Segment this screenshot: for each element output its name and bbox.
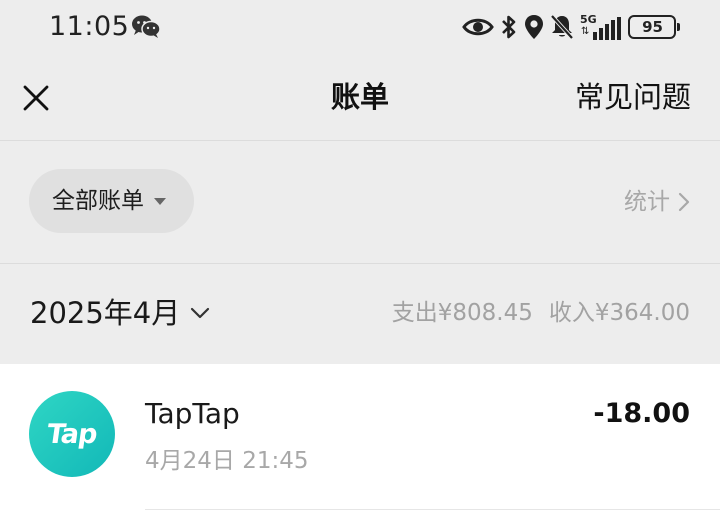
bill-filter-label: 全部账单 — [52, 188, 144, 214]
transaction-list: Tap TapTap 4月24日 21:45 -18.00 — [0, 364, 720, 517]
faq-button[interactable]: 常见问题 — [575, 78, 691, 116]
statistics-link[interactable]: 统计 — [624, 187, 690, 217]
month-picker[interactable]: 2025年4月 — [30, 294, 210, 332]
status-time: 11:05 — [49, 11, 130, 42]
battery-icon: 95 — [628, 15, 680, 39]
status-icons: 5G ⇅ 95 — [462, 13, 680, 41]
chevron-right-icon — [678, 192, 690, 212]
transaction-name: TapTap — [145, 397, 240, 430]
list-separator — [145, 509, 720, 510]
signal-icon: 5G ⇅ — [580, 14, 622, 40]
bell-muted-icon — [550, 14, 574, 40]
bill-filter-dropdown[interactable]: 全部账单 — [29, 169, 194, 233]
status-bar: 11:05 5G ⇅ 95 — [0, 0, 720, 56]
caret-down-icon — [154, 197, 166, 205]
wechat-icon — [132, 15, 161, 38]
app-icon-text: Tap — [45, 418, 99, 450]
month-summary-row: 2025年4月 支出¥808.45 收入¥364.00 — [0, 264, 720, 364]
nav-bar: 账单 常见问题 — [0, 56, 720, 140]
month-label: 2025年4月 — [30, 296, 181, 330]
filter-row: 全部账单 统计 — [0, 141, 720, 263]
location-icon — [525, 15, 543, 39]
taptap-app-icon: Tap — [29, 391, 115, 477]
signal-bars-icon — [593, 17, 621, 40]
eye-icon — [462, 18, 494, 36]
month-totals: 支出¥808.45 收入¥364.00 — [392, 298, 690, 328]
statistics-label: 统计 — [624, 189, 670, 215]
transaction-amount: -18.00 — [593, 398, 690, 429]
chevron-down-icon — [191, 307, 210, 319]
transaction-item[interactable]: Tap TapTap 4月24日 21:45 -18.00 — [0, 364, 720, 510]
expense-total: 支出¥808.45 — [391, 300, 533, 326]
transaction-time: 4月24日 21:45 — [145, 448, 309, 474]
income-total: 收入¥364.00 — [548, 300, 690, 326]
bluetooth-icon — [502, 15, 516, 39]
battery-level: 95 — [642, 18, 663, 36]
data-arrows-icon: ⇅ — [581, 26, 590, 37]
